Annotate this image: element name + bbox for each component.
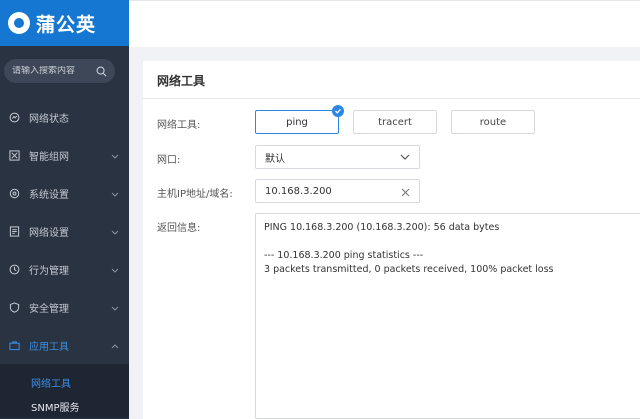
sidebar-item-label: 网络设置 [29,227,69,239]
gear-icon [9,188,20,199]
sidebar-item-security-management[interactable]: 安全管理 [0,288,129,326]
sidebar-menu: 网络状态 智能组网 系统设置 网络设置 行为管理 安全管理 应用工具 网络工具 … [0,98,129,418]
result-output: PING 10.168.3.200 (10.168.3.200): 56 dat… [255,213,640,419]
result-line: PING 10.168.3.200 (10.168.3.200): 56 dat… [264,222,500,233]
sidebar-item-network-settings[interactable]: 网络设置 [0,212,129,250]
sidebar-item-label: 智能组网 [29,151,69,163]
sidebar-item-behavior-management[interactable]: 行为管理 [0,250,129,288]
network-tools-panel: 网络工具 网络工具: ping tracert route 网口: 默认 主机I… [143,61,640,419]
tracert-button[interactable]: tracert [353,110,437,134]
tracert-button-label: tracert [378,116,412,128]
close-icon[interactable] [401,182,410,201]
chevron-down-icon [111,189,119,200]
host-field [255,179,420,203]
sidebar: 蒲公英 网络状态 智能组网 系统设置 [0,0,129,419]
smart-network-icon [9,149,20,161]
host-input[interactable] [265,185,401,197]
submenu-app-tools: 网络工具 SNMP服务 [0,364,129,418]
behavior-icon [9,264,20,275]
ping-button[interactable]: ping [255,105,344,134]
chevron-down-icon [111,303,119,314]
chevron-down-icon [111,227,119,238]
sidebar-subitem-network-tools[interactable]: 网络工具 [0,370,129,394]
sidebar-item-smart-network[interactable]: 智能组网 [0,136,129,174]
result-line: 3 packets transmitted, 0 packets receive… [264,264,554,275]
sidebar-item-label: 应用工具 [29,341,69,353]
sidebar-item-label: 网络状态 [29,113,69,125]
sidebar-item-system-settings[interactable]: 系统设置 [0,174,129,212]
divider [143,98,640,99]
sidebar-item-label: 系统设置 [29,189,69,201]
search-input[interactable] [12,66,96,76]
search-icon[interactable] [96,66,107,77]
search-box [4,59,115,83]
toolbox-icon [9,340,20,351]
chevron-down-icon [111,265,119,276]
sidebar-item-label: 安全管理 [29,303,69,315]
tool-label: 网络工具: [157,120,201,131]
port-select[interactable]: 默认 [255,145,420,169]
network-status-icon [9,112,20,123]
ping-button-label: ping [286,116,308,128]
check-icon [332,105,344,117]
shield-icon [9,301,20,313]
sidebar-item-network-status[interactable]: 网络状态 [0,98,129,136]
port-label: 网口: [157,155,181,166]
route-button-label: route [479,116,507,128]
page-title: 网络工具 [157,74,206,88]
chevron-down-icon [400,152,410,163]
logo[interactable]: 蒲公英 [0,0,129,46]
result-line: --- 10.168.3.200 ping statistics --- [264,250,424,261]
sidebar-subitem-snmp[interactable]: SNMP服务 [0,394,129,418]
port-select-value: 默认 [265,153,285,165]
chevron-up-icon [111,341,119,352]
sidebar-item-label: 行为管理 [29,265,69,277]
result-line: ​ [264,235,636,249]
sidebar-item-app-tools[interactable]: 应用工具 [0,326,129,364]
host-label: 主机IP地址/域名: [157,189,233,200]
logo-text: 蒲公英 [36,13,97,36]
top-bar [129,0,640,47]
result-label: 返回信息: [157,223,201,234]
chevron-down-icon [111,151,119,162]
route-button[interactable]: route [451,110,535,134]
network-settings-icon [9,225,20,237]
logo-icon [8,12,30,34]
